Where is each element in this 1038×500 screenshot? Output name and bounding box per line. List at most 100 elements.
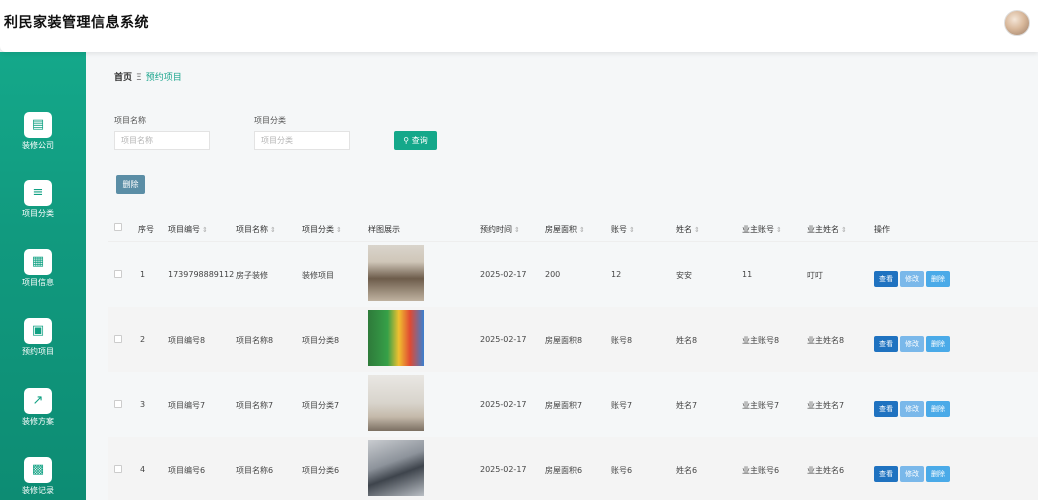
booking-date: 2025-02-17	[480, 400, 527, 409]
search-button-label: 查询	[411, 136, 428, 145]
row-index: 3	[140, 400, 146, 409]
column-header: 姓名	[676, 225, 692, 234]
column-header: 账号	[611, 225, 627, 234]
edit-button[interactable]: 修改	[900, 466, 924, 482]
project-name-label: 项目名称	[114, 116, 146, 125]
sort-icon: ⇕	[841, 226, 847, 234]
main-content: 首页Ξ预约项目 项目名称 项目分类 ⚲ 查询 删除 序号 项目编号⇕ 项目名称⇕…	[86, 52, 1038, 500]
column-header-sortable[interactable]: 房屋面积 ⇕	[545, 224, 585, 235]
sort-icon: ⇕	[694, 226, 700, 234]
column-header-sortable[interactable]: 预约时间 ⇕	[480, 224, 520, 235]
column-header: 项目分类	[302, 225, 334, 234]
column-header: 操作	[874, 225, 890, 234]
edit-button[interactable]: 修改	[900, 271, 924, 287]
column-header: 项目名称	[236, 225, 268, 234]
account: 账号7	[611, 401, 633, 410]
top-bar: 利民家装管理信息系统	[0, 0, 1038, 52]
column-header: 序号	[138, 225, 154, 234]
list-icon: ≡	[24, 180, 52, 206]
row-actions: 查看 修改 删除	[874, 461, 952, 482]
column-header-sortable[interactable]: 账号 ⇕	[611, 224, 635, 235]
sidebar-item-company[interactable]: ▤ 装修公司	[0, 112, 76, 151]
delete-button[interactable]: 删除	[926, 336, 950, 352]
owner-account: 业主账号8	[742, 336, 780, 345]
sidebar-item-project-info[interactable]: ▦ 项目信息	[0, 249, 76, 288]
sidebar-item-record[interactable]: ▩ 装修记录	[0, 457, 76, 496]
delete-button[interactable]: 删除	[926, 271, 950, 287]
row-checkbox[interactable]	[114, 400, 122, 408]
sort-icon: ⇕	[776, 226, 782, 234]
column-header: 项目编号	[168, 225, 200, 234]
sidebar-item-label: 项目分类	[22, 209, 54, 218]
project-name: 项目名称7	[236, 401, 274, 410]
view-button[interactable]: 查看	[874, 271, 898, 287]
breadcrumb-home[interactable]: 首页	[114, 73, 132, 83]
edit-button[interactable]: 修改	[900, 401, 924, 417]
column-header-sortable[interactable]: 姓名 ⇕	[676, 224, 700, 235]
sort-icon: ⇕	[579, 226, 585, 234]
bulk-delete-button[interactable]: 删除	[116, 175, 145, 194]
project-name: 房子装修	[236, 271, 268, 280]
column-header-sortable[interactable]: 业主账号 ⇕	[742, 224, 782, 235]
owner-account: 11	[742, 270, 753, 279]
project-category: 项目分类8	[302, 336, 340, 345]
select-all-checkbox[interactable]	[114, 223, 122, 231]
delete-button[interactable]: 删除	[926, 466, 950, 482]
sample-image[interactable]	[368, 440, 424, 496]
sample-image[interactable]	[368, 310, 424, 366]
breadcrumb-separator: Ξ	[136, 73, 142, 83]
view-button[interactable]: 查看	[874, 466, 898, 482]
sidebar-item-booking[interactable]: ▣ 预约项目	[0, 318, 76, 357]
house-area: 房屋面积8	[545, 336, 583, 345]
search-button[interactable]: ⚲ 查询	[394, 131, 437, 150]
sample-image[interactable]	[368, 245, 424, 301]
row-actions: 查看 修改 删除	[874, 331, 952, 352]
column-header-sortable[interactable]: 项目名称 ⇕	[236, 224, 276, 235]
house-area: 房屋面积6	[545, 466, 583, 475]
person-name: 姓名8	[676, 336, 698, 345]
delete-button[interactable]: 删除	[926, 401, 950, 417]
column-header: 房屋面积	[545, 225, 577, 234]
sample-image[interactable]	[368, 375, 424, 431]
view-button[interactable]: 查看	[874, 336, 898, 352]
row-checkbox[interactable]	[114, 270, 122, 278]
column-header-sortable[interactable]: 业主姓名 ⇕	[807, 224, 847, 235]
project-category: 项目分类6	[302, 466, 340, 475]
table-row: 4 项目编号6 项目名称6 项目分类6 2025-02-17 房屋面积6 账号6…	[108, 437, 1038, 500]
edit-button[interactable]: 修改	[900, 336, 924, 352]
user-avatar[interactable]	[1004, 10, 1030, 36]
project-category: 项目分类7	[302, 401, 340, 410]
search-icon: ⚲	[403, 136, 410, 145]
project-category: 装修项目	[302, 271, 334, 280]
table-header: 序号 项目编号 ⇕ 项目名称 ⇕ 项目分类 ⇕ 样图展示 预约时间 ⇕ 房屋面积 ⇕ 账号…	[108, 212, 1038, 242]
column-header: 预约时间	[480, 225, 512, 234]
monitor-icon: ▩	[24, 457, 52, 483]
view-button[interactable]: 查看	[874, 401, 898, 417]
sort-icon: ⇕	[514, 226, 520, 234]
sidebar-item-label: 预约项目	[22, 347, 54, 356]
column-header: 样图展示	[368, 225, 400, 234]
project-category-input[interactable]	[254, 131, 350, 150]
account: 账号6	[611, 466, 633, 475]
row-checkbox[interactable]	[114, 335, 122, 343]
sidebar-item-label: 装修公司	[22, 141, 54, 150]
project-name-input[interactable]	[114, 131, 210, 150]
sidebar-item-category[interactable]: ≡ 项目分类	[0, 180, 76, 219]
sidebar-item-plan[interactable]: ↗ 装修方案	[0, 388, 76, 427]
app-title: 利民家装管理信息系统	[4, 15, 149, 31]
project-code: 项目编号8	[168, 336, 206, 345]
sidebar: ▤ 装修公司 ≡ 项目分类 ▦ 项目信息 ▣ 预约项目 ↗ 装修方案 ▩ 装修记…	[0, 52, 86, 500]
person-name: 姓名7	[676, 401, 698, 410]
sidebar-item-label: 项目信息	[22, 278, 54, 287]
project-code: 项目编号7	[168, 401, 206, 410]
booking-date: 2025-02-17	[480, 335, 527, 344]
column-header-sortable[interactable]: 项目编号 ⇕	[168, 224, 208, 235]
project-name: 项目名称8	[236, 336, 274, 345]
column-header-sortable[interactable]: 项目分类 ⇕	[302, 224, 342, 235]
table-row: 2 项目编号8 项目名称8 项目分类8 2025-02-17 房屋面积8 账号8…	[108, 307, 1038, 372]
row-checkbox[interactable]	[114, 465, 122, 473]
owner-name: 叮叮	[807, 271, 823, 280]
row-index: 4	[140, 465, 146, 474]
house-area: 房屋面积7	[545, 401, 583, 410]
account: 12	[611, 270, 622, 279]
